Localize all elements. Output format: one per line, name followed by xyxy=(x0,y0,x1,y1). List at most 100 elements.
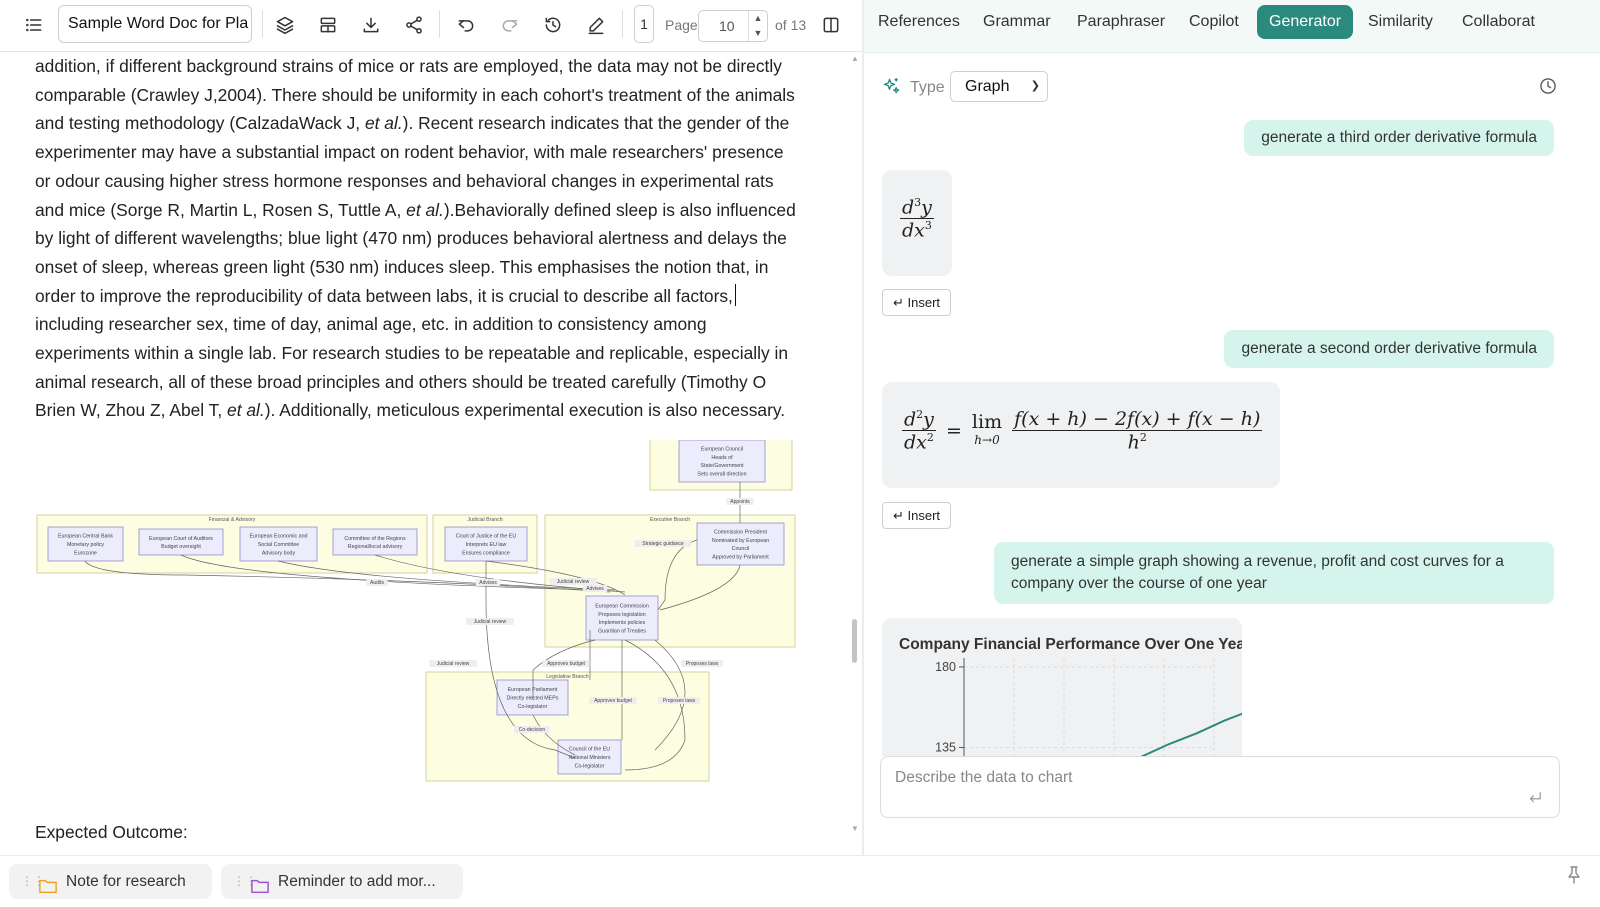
diagram-node-text: Sets overall direction xyxy=(697,471,746,477)
page-stub-field[interactable]: 1 xyxy=(634,5,654,43)
insert-button[interactable]: ↵ Insert xyxy=(882,289,951,316)
citation-et-al: et al. xyxy=(364,113,403,134)
layout-icon[interactable] xyxy=(311,8,345,42)
page-stepper[interactable]: ▲ ▼ xyxy=(748,11,767,41)
user-message: generate a third order derivative formul… xyxy=(1244,120,1554,156)
undo-icon[interactable] xyxy=(449,8,483,42)
tab-collaborat[interactable]: Collaborat xyxy=(1450,5,1547,39)
diagram-edge-label: Advises xyxy=(586,586,604,592)
page-total: of 13 xyxy=(775,17,807,33)
type-select-value: Graph xyxy=(965,78,1010,95)
paragraph-line: and mice (Sorge R, Martin L, Rosen S, Tu… xyxy=(35,196,815,225)
line-text: and mice (Sorge R, Martin L, Rosen S, Tu… xyxy=(35,199,407,220)
paragraph-line: and testing methodology (CalzadaWack J, … xyxy=(35,109,815,138)
folder-icon xyxy=(39,872,59,894)
version-history-icon[interactable] xyxy=(536,8,570,42)
insert-label: Insert xyxy=(907,508,941,523)
diagram-node-text: Social Committee xyxy=(258,542,300,548)
panel-tab-bar: References Grammar Paraphraser Copilot Gener… xyxy=(864,0,1600,53)
paragraph-line: by light of different wavelengths; blue … xyxy=(35,224,815,253)
line-text: by light of different wavelengths; blue … xyxy=(35,228,787,249)
diagram-edge-label: Strategic guidance xyxy=(642,541,684,547)
note-label: Reminder to add mor... xyxy=(278,873,436,890)
heading-expected-outcome[interactable]: Expected Outcome: xyxy=(35,822,188,843)
tab-paraphraser[interactable]: Paraphraser xyxy=(1065,5,1177,39)
chevron-down-icon: ❯ xyxy=(1030,80,1040,92)
diagram-edge-label: Proposes laws xyxy=(663,698,696,704)
chart-plot: 180 135 xyxy=(935,658,1242,756)
document-canvas[interactable]: addition, if different background strain… xyxy=(0,52,862,855)
page-label: Page xyxy=(665,17,698,33)
diagram-node-text: Budget oversight xyxy=(161,544,201,550)
share-icon[interactable] xyxy=(397,8,431,42)
diagram-edge-label: Audits xyxy=(370,580,384,586)
diagram-edge-label: Co-decision xyxy=(519,727,546,733)
layers-icon[interactable] xyxy=(268,8,302,42)
split-view-icon[interactable] xyxy=(814,8,848,42)
redo-icon[interactable] xyxy=(493,8,527,42)
folder-icon xyxy=(251,872,271,894)
diagram-node-text: Ensures compliance xyxy=(462,550,510,556)
scroll-down-icon[interactable]: ▼ xyxy=(851,824,859,833)
diagram-node-text: Nominated by European xyxy=(712,538,769,544)
diagram-node-text: Heads of xyxy=(711,455,733,461)
paragraph-line: animal research, all of these broad prin… xyxy=(35,368,815,397)
diagram-node-text: Regional/local advisory xyxy=(348,544,403,550)
toolbar-separator xyxy=(622,10,623,38)
chart-y-tick-label: 180 xyxy=(935,660,956,674)
diagram-node-text: Co-legislator xyxy=(575,763,605,769)
insert-button[interactable]: ↵ Insert xyxy=(882,502,951,529)
tab-grammar[interactable]: Grammar xyxy=(971,5,1063,39)
eu-structure-diagram: European Council Financial & Advisory Judi… xyxy=(36,440,796,782)
diagram-group-label: Legislative Branch xyxy=(546,674,589,680)
diagram-edge-label: Approves budget xyxy=(547,661,585,667)
history-icon[interactable] xyxy=(1538,76,1560,98)
send-icon[interactable] xyxy=(1526,789,1546,809)
list-icon[interactable] xyxy=(17,8,51,42)
diagram-group-label: Financial & Advisory xyxy=(209,517,256,523)
chart-prompt-input[interactable]: Describe the data to chart xyxy=(895,769,1073,787)
document-title-input[interactable]: Sample Word Doc for Pla xyxy=(58,5,252,43)
note-item[interactable]: ⋮⋮ Reminder to add mor... xyxy=(221,864,463,899)
chevron-up-icon[interactable]: ▲ xyxy=(749,11,767,26)
diagram-node-text: State/Government xyxy=(701,463,745,469)
note-item[interactable]: ⋮⋮ Note for research xyxy=(9,864,212,899)
pin-icon[interactable] xyxy=(1566,866,1586,888)
line-text: onset of sleep, whereas green light (530… xyxy=(35,256,769,277)
scroll-up-icon[interactable]: ▲ xyxy=(851,54,859,63)
diagram-edge-label: Advises xyxy=(479,580,497,586)
document-scrollbar[interactable]: ▲ ▼ xyxy=(849,52,861,855)
pen-icon[interactable] xyxy=(579,8,613,42)
line-text: ). Recent research indicates that the ge… xyxy=(402,113,790,134)
diagram-node-text: Co-legislator xyxy=(518,704,548,710)
diagram-edge-label: Proposes laws xyxy=(686,661,719,667)
notes-bar: ⋮⋮ Note for research ⋮⋮ Reminder to add … xyxy=(0,855,1600,906)
diagram-node-text: Interprets EU law xyxy=(466,542,507,548)
diagram-node-text: Monetary policy xyxy=(67,542,104,548)
tab-similarity[interactable]: Similarity xyxy=(1356,5,1445,39)
paragraph-line: onset of sleep, whereas green light (530… xyxy=(35,253,815,282)
tab-generator[interactable]: Generator xyxy=(1257,5,1354,39)
document-paragraph[interactable]: addition, if different background strain… xyxy=(35,52,815,425)
diagram-node-regions xyxy=(332,528,418,556)
diagram-node-text: Commission President xyxy=(714,530,768,536)
citation-et-al: et al. xyxy=(227,400,265,421)
chat-thread[interactable]: generate a third order derivative formul… xyxy=(864,110,1600,756)
diagram-edge-label: Judicial review xyxy=(474,619,507,625)
paragraph-line: experimenter may have a substantial impa… xyxy=(35,138,815,167)
download-icon[interactable] xyxy=(354,8,388,42)
type-select[interactable]: Graph ❯ xyxy=(950,71,1048,102)
chart-prompt-composer[interactable]: Describe the data to chart xyxy=(880,756,1560,818)
editor-toolbar: Sample Word Doc for Pla 1 Page 10 ▲ ▼ of… xyxy=(0,0,862,52)
tab-copilot[interactable]: Copilot xyxy=(1177,5,1251,39)
chevron-down-icon[interactable]: ▼ xyxy=(749,26,767,41)
text-caret xyxy=(734,283,737,306)
tab-references[interactable]: References xyxy=(866,5,972,39)
toolbar-separator xyxy=(262,10,263,38)
diagram-node-text: Committee of the Regions xyxy=(344,536,406,542)
line-text: Brien W, Zhou Z, Abel T, xyxy=(35,400,228,421)
scrollbar-thumb[interactable] xyxy=(852,619,857,663)
line-text: or odour causing higher stress hormone r… xyxy=(35,170,774,191)
diagram-edge-label: Approves budget xyxy=(594,698,632,704)
formula-result: d2y dx2 = lim h→0 f(x + h) − 2f(x) + f(x −… xyxy=(882,382,1280,488)
